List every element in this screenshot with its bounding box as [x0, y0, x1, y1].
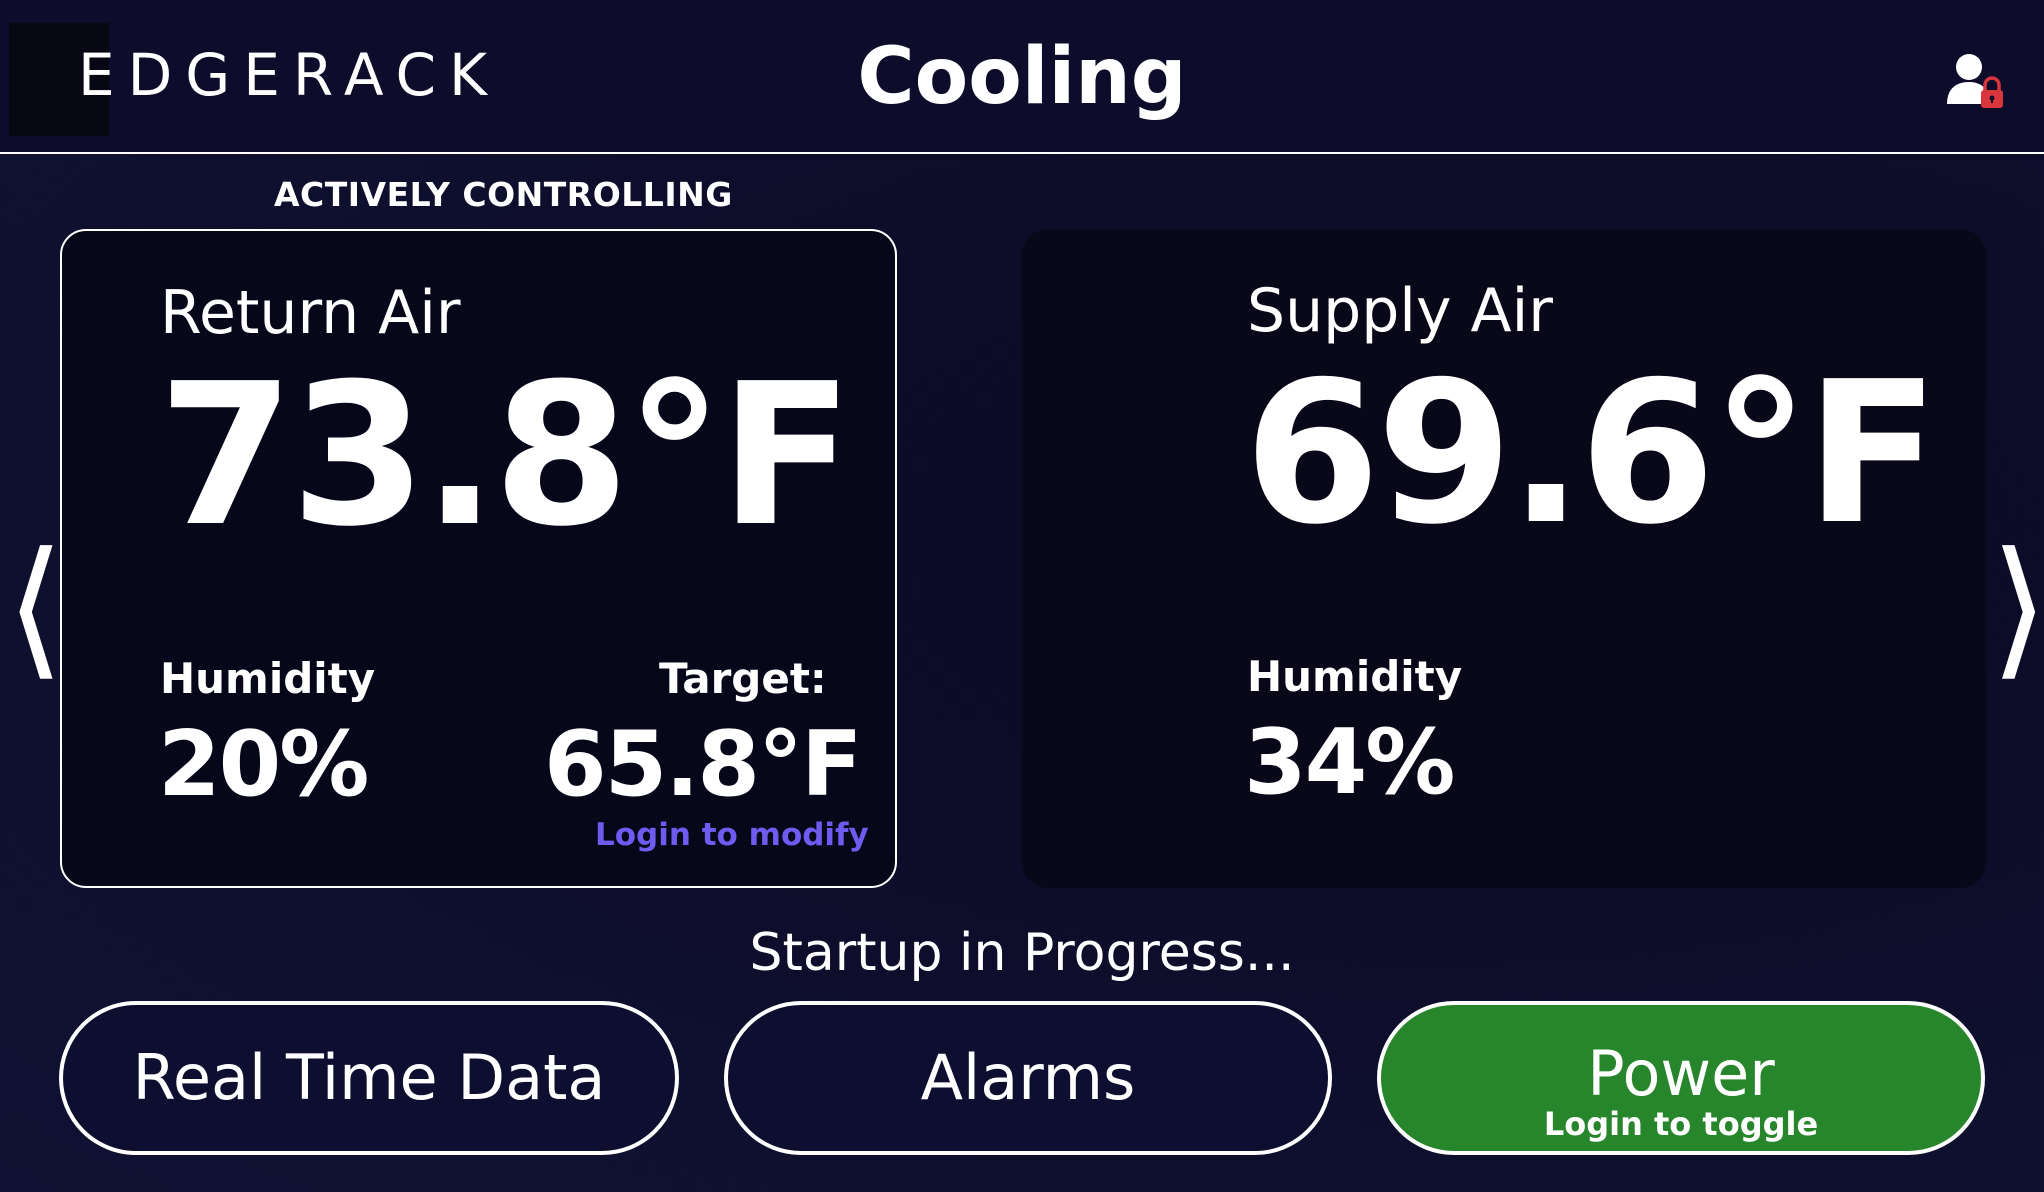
page-title: Cooling [857, 32, 1187, 122]
actively-controlling-label: ACTIVELY CONTROLLING [274, 175, 733, 214]
previous-arrow-icon[interactable]: ⟨ [6, 528, 65, 688]
target-temperature: 65.8°F [544, 712, 863, 817]
return-air-label: Return Air [160, 278, 461, 348]
target-label: Target: [659, 654, 827, 703]
alarms-label: Alarms [920, 1041, 1136, 1114]
power-login-hint: Login to toggle [1543, 1105, 1819, 1143]
supply-air-panel: Supply Air 69.6°F Humidity 34% [1022, 229, 1986, 888]
supply-humidity-label: Humidity [1247, 652, 1463, 701]
next-arrow-icon[interactable]: ⟩ [1990, 528, 2044, 688]
supply-air-temperature: 69.6°F [1244, 340, 1939, 568]
alarms-button[interactable]: Alarms [724, 1001, 1332, 1155]
startup-status-message: Startup in Progress... [749, 923, 1295, 983]
login-to-modify-link[interactable]: Login to modify [595, 816, 869, 854]
supply-air-label: Supply Air [1247, 276, 1553, 346]
return-air-temperature: 73.8°F [158, 342, 853, 570]
power-button[interactable]: Power Login to toggle [1377, 1001, 1985, 1155]
header-bar: EDGERACK Cooling [0, 0, 2044, 154]
supply-humidity-value: 34% [1244, 710, 1455, 815]
user-lock-icon[interactable] [1945, 50, 2007, 112]
real-time-data-button[interactable]: Real Time Data [59, 1001, 679, 1155]
real-time-data-label: Real Time Data [132, 1041, 606, 1114]
return-humidity-value: 20% [158, 712, 369, 817]
power-label: Power [1587, 1037, 1775, 1110]
return-air-panel: Return Air 73.8°F Humidity 20% Target: 6… [60, 229, 897, 888]
return-humidity-label: Humidity [160, 654, 376, 703]
